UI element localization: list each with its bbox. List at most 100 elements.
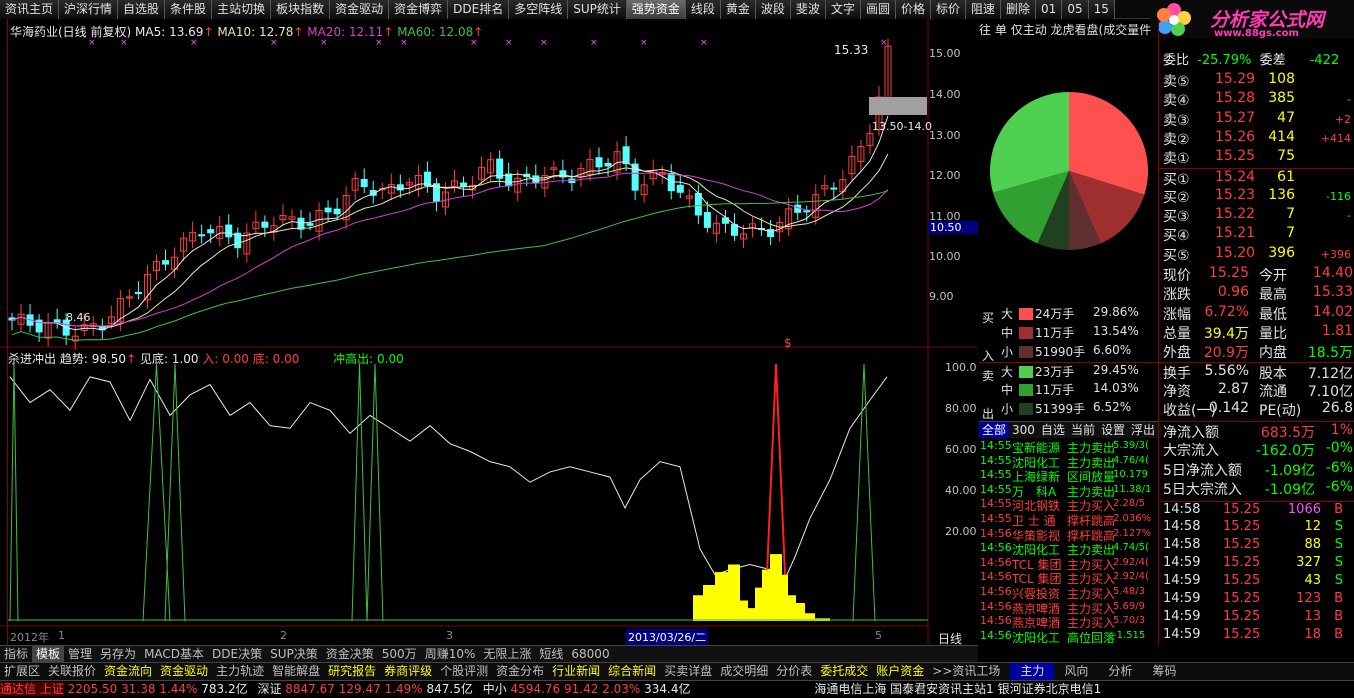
indicator-tab[interactable]: 模板 (32, 646, 65, 662)
bid-row[interactable]: 买⑤ 15.20 396 +396 (1159, 245, 1354, 264)
toolbar-button[interactable]: 画圆 (860, 0, 896, 19)
indicator-tab[interactable]: 另存为 (96, 646, 140, 662)
news-tab[interactable]: 浮出 (1128, 422, 1158, 438)
function-tab[interactable]: 分析 (1098, 663, 1142, 680)
bid-row[interactable]: 买④ 15.21 7 (1159, 225, 1354, 244)
news-tab[interactable]: 全部 (979, 422, 1010, 438)
indicator-tab[interactable]: 指标 (0, 646, 32, 662)
indicator-tab[interactable]: SUP决策 (266, 646, 322, 662)
toolbar-button[interactable]: 强势资金 (626, 0, 686, 19)
function-tab[interactable]: 资金驱动 (156, 663, 212, 680)
function-tab[interactable]: 扩展区 (0, 663, 44, 680)
header-tab[interactable]: 单 (995, 23, 1007, 37)
news-item[interactable]: 14:56 沈阳化工 主力卖出 4.74/5( (979, 541, 1161, 555)
function-tab[interactable]: 委托成交 (816, 663, 872, 680)
news-item[interactable]: 14:55 宝新能源 主力卖出 5.39/3( (979, 439, 1161, 453)
news-item[interactable]: 14:56 华策影视 撑杆跳高 2.127% (979, 527, 1161, 541)
indicator-tab[interactable]: 500万 (378, 646, 421, 662)
ask-row[interactable]: 卖④ 15.28 385 - (1159, 90, 1354, 109)
function-tab[interactable]: 主力轨迹 (212, 663, 268, 680)
toolbar-button[interactable]: 多空阵线 (509, 0, 569, 19)
news-item[interactable]: 14:55 万 科A 主力卖出 11.38/1 (979, 483, 1161, 497)
toolbar-button[interactable]: 15 (1088, 0, 1115, 19)
kline-chart[interactable]: × × × × × × × × × × × × × × (0, 19, 978, 645)
indicator-tab[interactable]: 管理 (64, 646, 96, 662)
toolbar-button[interactable]: 资讯主页 (0, 0, 60, 19)
toolbar-button[interactable]: 自选股 (118, 0, 166, 19)
toolbar-button[interactable]: 资金博弈 (389, 0, 449, 19)
ask-row[interactable]: 卖② 15.26 414 +414 (1159, 129, 1354, 148)
swatch-icon (1019, 308, 1033, 320)
bid-row[interactable]: 买② 15.23 136 -116 (1159, 187, 1354, 206)
indicator-tab[interactable]: 68000 (567, 646, 613, 662)
toolbar-button[interactable]: 文字 (825, 0, 861, 19)
news-item[interactable]: 14:56 燕京啤酒 主力买入 5.70/3 (979, 614, 1161, 628)
ask-row[interactable]: 卖① 15.25 75 (1159, 148, 1354, 167)
news-item[interactable]: 14:56 TCL 集团 主力买入 2.92/4( (979, 570, 1161, 584)
exit-signal-spike (142, 363, 171, 622)
header-tab[interactable]: 仅主动 (1011, 23, 1047, 37)
indicator-tab[interactable]: 周赚10% (421, 646, 480, 662)
toolbar-button[interactable]: 斐波 (790, 0, 826, 19)
toolbar-button[interactable]: 板块指数 (271, 0, 331, 19)
toolbar-button[interactable]: 标价 (930, 0, 966, 19)
toolbar-button[interactable]: 01 (1036, 0, 1063, 19)
function-tab[interactable]: 买卖详盘 (660, 663, 716, 680)
toolbar-button[interactable]: 主站切换 (212, 0, 272, 19)
news-item[interactable]: 14:56 TCL 集团 主力买入 2.92/4( (979, 556, 1161, 570)
trend-line (9, 376, 888, 592)
quote-label: 内盘 (1259, 345, 1287, 362)
news-item[interactable]: 14:56 燕京啤酒 主力买入 5.69/9 (979, 600, 1161, 614)
toolbar-button[interactable]: SUP统计 (568, 0, 627, 19)
toolbar-button[interactable]: DDE排名 (448, 0, 510, 19)
function-tab[interactable]: >>资讯工场 (928, 663, 1004, 680)
ask-row[interactable]: 卖⑤ 15.29 108 (1159, 71, 1354, 90)
indicator-tab[interactable]: MACD基本 (140, 646, 208, 662)
toolbar-button[interactable]: 05 (1062, 0, 1089, 19)
toolbar-button[interactable]: 沪深行情 (59, 0, 119, 19)
ask-row[interactable]: 卖③ 15.27 47 +2 (1159, 110, 1354, 129)
function-tab[interactable]: 账户资金 (872, 663, 928, 680)
indicator-tab[interactable]: 短线 (535, 646, 567, 662)
bid-row[interactable]: 买① 15.24 61 (1159, 167, 1354, 188)
function-tab[interactable]: 个股评测 (436, 663, 492, 680)
indicator-tab[interactable]: DDE决策 (208, 646, 266, 662)
function-tab[interactable]: 综合新闻 (604, 663, 660, 680)
function-tab[interactable]: 智能解盘 (268, 663, 324, 680)
news-tab[interactable]: 自选 (1038, 422, 1068, 438)
news-tab[interactable]: 300 (1009, 422, 1038, 438)
news-item[interactable]: 14:55 卫 士 通撑杆跳高 2.036% (979, 512, 1161, 526)
indicator-tab[interactable]: 资金决策 (322, 646, 378, 662)
function-tab[interactable]: 资金流向 (100, 663, 156, 680)
news-item[interactable]: 14:56 兴蓉投资 主力买入 5.48/3 (979, 585, 1161, 599)
news-item[interactable]: 14:55 河北钢铁 主力买入 2.28/5 (979, 497, 1161, 511)
toolbar-button[interactable]: 条件股 (165, 0, 213, 19)
toolbar-button[interactable]: 资金驱动 (330, 0, 390, 19)
function-tab[interactable]: 行业新闻 (548, 663, 604, 680)
toolbar-button[interactable]: 删除 (1001, 0, 1037, 19)
function-tab[interactable]: 筹码 (1142, 663, 1186, 680)
news-item[interactable]: 14:55 上海绿新 区间放量 10.179 (979, 468, 1161, 482)
function-tab[interactable]: 券商评级 (380, 663, 436, 680)
function-tab[interactable]: 资金分布 (492, 663, 548, 680)
news-item[interactable]: 14:55 沈阳化工 主力卖出 4.76/4( (979, 454, 1161, 468)
bid-row[interactable]: 买③ 15.22 7 - (1159, 206, 1354, 225)
function-tab[interactable]: 成交明细 (716, 663, 772, 680)
news-tab[interactable]: 当前 (1068, 422, 1098, 438)
toolbar-button[interactable]: 黄金 (720, 0, 756, 19)
function-tab[interactable]: 研究报告 (324, 663, 380, 680)
toolbar-button[interactable]: 阻速 (966, 0, 1002, 19)
news-tab[interactable]: 设置 (1098, 422, 1128, 438)
indicator-tab[interactable]: 无限上涨 (479, 646, 535, 662)
header-tab[interactable]: 往 (979, 23, 991, 37)
news-item[interactable]: 14:56 沈阳化工 高位回落 -1.515 (979, 629, 1161, 643)
function-tab[interactable]: 主力 (1010, 663, 1055, 680)
toolbar-button[interactable]: 价格 (895, 0, 931, 19)
header-tab[interactable]: 龙虎看盘(成交量件 (1051, 23, 1152, 37)
function-tab[interactable]: 风向 (1054, 663, 1098, 680)
entry-label: 入: 0.00 (202, 352, 249, 366)
function-tab[interactable]: 分价表 (772, 663, 816, 680)
toolbar-button[interactable]: 线段 (685, 0, 721, 19)
toolbar-button[interactable]: 波段 (755, 0, 791, 19)
function-tab[interactable]: 关联报价 (44, 663, 100, 680)
